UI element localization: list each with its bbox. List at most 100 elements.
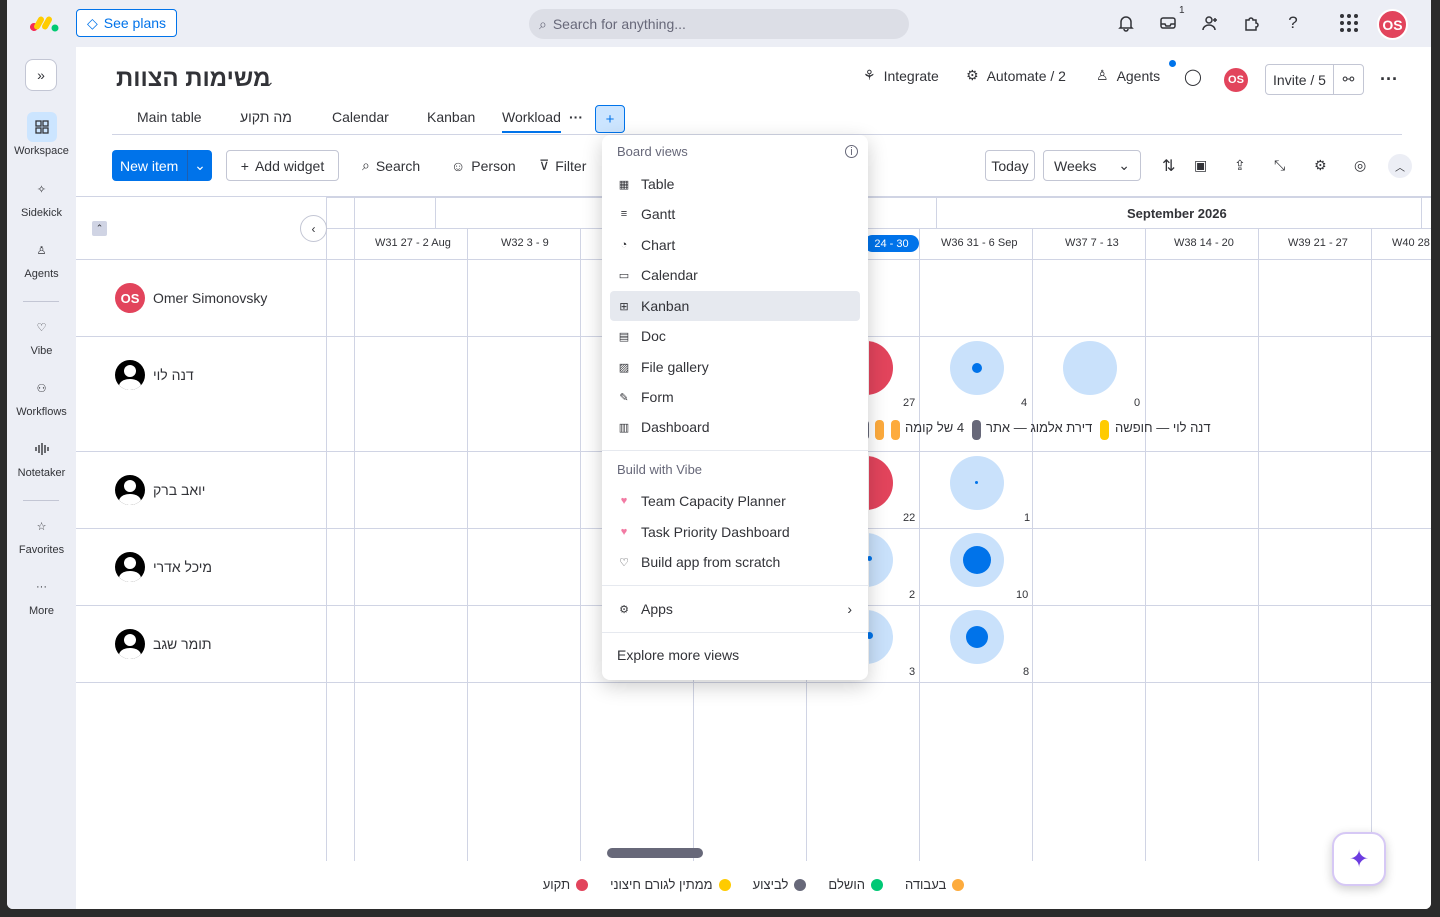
automate-button[interactable]: ⚙ Automate / 2 bbox=[966, 67, 1066, 84]
tab-kanban[interactable]: Kanban bbox=[427, 109, 475, 125]
settings-icon[interactable]: ⚙ bbox=[1314, 150, 1327, 181]
tab-more-icon[interactable]: ··· bbox=[569, 109, 583, 125]
weeks-select[interactable]: Weeks ⌄ bbox=[1043, 150, 1141, 181]
horizontal-scrollbar[interactable] bbox=[607, 848, 703, 858]
agents-icon: ♙ bbox=[1096, 67, 1109, 83]
puzzle-icon[interactable] bbox=[1240, 12, 1262, 34]
link-icon[interactable]: ⚯ bbox=[1333, 65, 1363, 94]
nav-agents[interactable]: ♙ Agents bbox=[7, 235, 76, 281]
chart-icon: ◔ bbox=[620, 239, 628, 251]
nav-workflows[interactable]: ⚇ Workflows bbox=[7, 373, 76, 419]
tab-main-table[interactable]: Main table bbox=[137, 109, 202, 125]
grid-line bbox=[467, 228, 468, 861]
tab-calendar[interactable]: Calendar bbox=[332, 109, 389, 125]
search-button[interactable]: ⌕ Search bbox=[362, 150, 420, 181]
nav-workspace[interactable]: Workspace bbox=[7, 112, 76, 157]
person-row-dana[interactable]: דנה לוי bbox=[115, 360, 194, 390]
vibe-option-team-capacity[interactable]: ♥ Team Capacity Planner bbox=[610, 486, 860, 516]
week-label: W39 21 - 27 bbox=[1288, 237, 1348, 249]
collapse-all-icon[interactable]: ⌃ bbox=[92, 221, 107, 236]
legend-item: בעבודה bbox=[905, 877, 965, 892]
dashboard-icon: ▥ bbox=[618, 421, 630, 434]
view-option-table[interactable]: ▦ Table bbox=[610, 169, 860, 199]
integrate-label: Integrate bbox=[883, 67, 939, 84]
global-search-input[interactable]: ⌕ Search for anything... bbox=[529, 9, 909, 39]
vibe-option-build-app[interactable]: ♡ Build app from scratch bbox=[610, 547, 860, 577]
filter-button[interactable]: ⊽ Filter bbox=[539, 150, 586, 181]
person-name: מיכל אדרי bbox=[153, 559, 213, 575]
workload-bubble[interactable] bbox=[1063, 341, 1117, 395]
board-title[interactable]: משימות הצוות bbox=[116, 65, 270, 93]
board-avatar[interactable]: OS bbox=[1224, 68, 1248, 92]
info-icon[interactable]: i bbox=[845, 145, 858, 158]
monday-logo[interactable] bbox=[29, 12, 59, 34]
task-chip[interactable] bbox=[891, 420, 900, 440]
legend-item: לביצוע bbox=[753, 877, 807, 892]
user-avatar[interactable]: OS bbox=[1377, 9, 1408, 40]
task-chip[interactable] bbox=[1100, 420, 1109, 440]
legend-item: ממתין לגורם חיצוני bbox=[610, 877, 731, 892]
nav-favorites[interactable]: ☆ Favorites bbox=[7, 511, 76, 557]
grid-line bbox=[1421, 197, 1422, 228]
task-chip[interactable] bbox=[972, 420, 981, 440]
kanban-icon: ⊞ bbox=[619, 300, 629, 313]
sparkle-icon: ✦ bbox=[1348, 845, 1370, 873]
collapse-people-button[interactable]: ‹ bbox=[300, 215, 327, 242]
view-option-kanban[interactable]: ⊞ Kanban bbox=[610, 291, 860, 321]
vibe-option-task-priority[interactable]: ♥ Task Priority Dashboard bbox=[610, 517, 860, 547]
tab-workload[interactable]: Workload bbox=[502, 109, 561, 133]
app-window: ◇ See plans ⌕ Search for anything... 1 ?… bbox=[7, 0, 1431, 909]
view-option-calendar[interactable]: ▭ Calendar bbox=[610, 260, 860, 290]
export-icon[interactable]: ⇪ bbox=[1234, 150, 1246, 181]
agents-button[interactable]: ♙ Agents bbox=[1096, 67, 1160, 84]
view-option-form[interactable]: ✎ Form bbox=[610, 382, 860, 412]
nav-more[interactable]: ··· More bbox=[7, 572, 76, 617]
person-row-omer[interactable]: OS Omer Simonovsky bbox=[115, 283, 267, 313]
board-more-icon[interactable]: ··· bbox=[1380, 69, 1398, 90]
new-item-button[interactable]: New item ⌄ bbox=[112, 150, 212, 181]
person-row-tomer[interactable]: תומר שגב bbox=[115, 629, 212, 659]
integrate-button[interactable]: ⚘ Integrate bbox=[863, 67, 939, 84]
menu-divider bbox=[602, 585, 868, 586]
explore-more-views[interactable]: Explore more views bbox=[610, 640, 860, 670]
today-button[interactable]: Today bbox=[985, 150, 1035, 181]
nav-sidekick[interactable]: ✧ Sidekick bbox=[7, 174, 76, 220]
view-option-dashboard[interactable]: ▥ Dashboard bbox=[610, 412, 860, 442]
view-option-gantt[interactable]: ≡ Gantt bbox=[610, 199, 860, 229]
collapse-icon[interactable]: ⤡ bbox=[1274, 150, 1285, 181]
apps-submenu[interactable]: ⚙ Apps › bbox=[610, 594, 860, 624]
expand-nav-button[interactable]: » bbox=[25, 59, 57, 91]
task-chip[interactable] bbox=[875, 420, 884, 440]
doc-icon: ▤ bbox=[618, 330, 630, 343]
see-plans-button[interactable]: ◇ See plans bbox=[76, 9, 177, 37]
apps-grid-icon[interactable] bbox=[1338, 12, 1360, 34]
sort-icon[interactable]: ⇅ bbox=[1162, 150, 1175, 181]
comment-icon[interactable]: ◯ bbox=[1184, 67, 1202, 87]
add-widget-button[interactable]: + Add widget bbox=[226, 150, 339, 181]
person-row-michal[interactable]: מיכל אדרי bbox=[115, 552, 212, 582]
feedback-icon[interactable]: ◎ bbox=[1354, 150, 1366, 181]
tab-stuck[interactable]: מה תקוע bbox=[240, 109, 292, 125]
puzzle-icon: ⚙ bbox=[619, 603, 629, 616]
nav-vibe[interactable]: ♡ Vibe bbox=[7, 312, 76, 358]
person-filter-button[interactable]: ☺ Person bbox=[451, 150, 516, 181]
chevron-down-icon[interactable]: ⌄ bbox=[187, 150, 212, 181]
view-option-doc[interactable]: ▤ Doc bbox=[610, 321, 860, 351]
view-option-file-gallery[interactable]: ▨ File gallery bbox=[610, 352, 860, 382]
excel-icon[interactable]: ▣ bbox=[1194, 150, 1207, 181]
inbox-icon[interactable] bbox=[1157, 12, 1179, 34]
chevron-up-icon[interactable]: ︿ bbox=[1388, 154, 1412, 178]
bell-icon[interactable] bbox=[1115, 12, 1137, 34]
person-name: דנה לוי bbox=[153, 367, 194, 383]
invite-person-icon[interactable] bbox=[1199, 12, 1221, 34]
person-row-yoav[interactable]: יואב ברק bbox=[115, 475, 205, 505]
invite-button[interactable]: Invite / 5 ⚯ bbox=[1265, 64, 1364, 95]
menu-label: Apps bbox=[641, 601, 673, 617]
nav-notetaker[interactable]: Notetaker bbox=[7, 434, 76, 479]
help-icon[interactable]: ? bbox=[1282, 12, 1304, 34]
add-view-button[interactable]: + bbox=[595, 105, 625, 133]
chevron-down-icon[interactable]: ⌄ bbox=[263, 73, 275, 90]
heart-icon: ♥ bbox=[620, 495, 628, 507]
view-option-chart[interactable]: ◔ Chart bbox=[610, 230, 860, 260]
sidekick-fab-button[interactable]: ✦ bbox=[1332, 832, 1386, 886]
